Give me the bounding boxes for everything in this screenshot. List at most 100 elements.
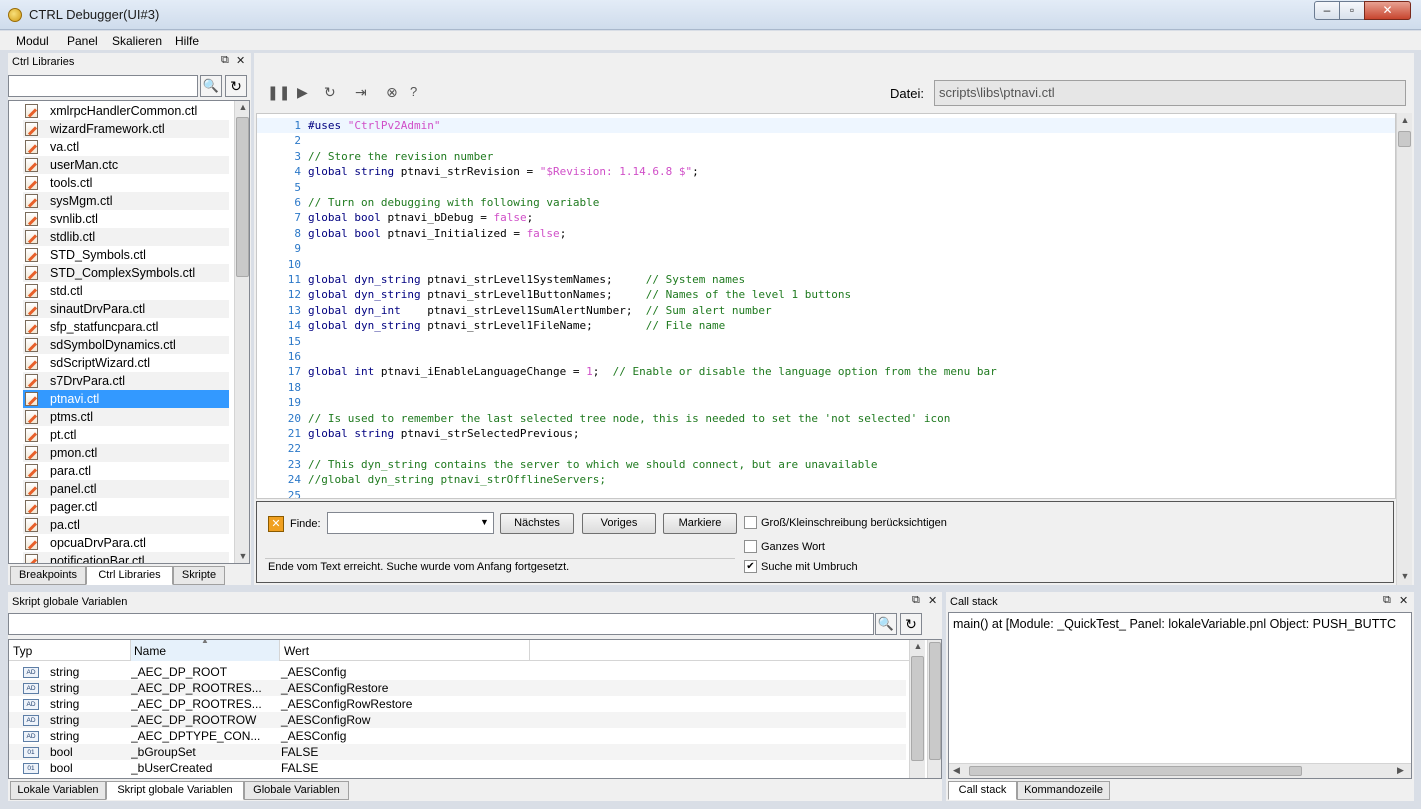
lib-list-item[interactable]: va.ctl (23, 138, 229, 156)
step-over-icon[interactable]: ⇥ (355, 84, 367, 101)
case-checkbox[interactable] (744, 516, 757, 529)
lib-list-item[interactable]: pt.ctl (23, 426, 229, 444)
hscroll-right-icon[interactable]: ▶ (1397, 765, 1404, 776)
callstack-close-icon[interactable]: ✕ (1399, 594, 1408, 607)
scroll-down-icon[interactable]: ▼ (235, 551, 249, 561)
table-row[interactable]: AD string _AEC_DP_ROOTRES... _AESConfigRest… (9, 680, 906, 696)
whole-word-checkbox[interactable] (744, 540, 757, 553)
hscroll-thumb[interactable] (969, 766, 1302, 776)
file-path-field[interactable]: scripts\libs\ptnavi.ctl (934, 80, 1406, 106)
table-row[interactable]: 01 bool _bGroupSet FALSE (9, 744, 906, 760)
step-into-icon[interactable]: ↻ (324, 84, 336, 101)
wrap-checkbox[interactable]: ✔ (744, 560, 757, 573)
pause-icon[interactable]: ❚❚ (267, 84, 290, 101)
stop-icon[interactable]: ⊗ (386, 84, 398, 101)
lib-list-item[interactable]: sdSymbolDynamics.ctl (23, 336, 229, 354)
lib-list-item[interactable]: sfp_statfuncpara.ctl (23, 318, 229, 336)
code-line[interactable]: 5 (257, 180, 1395, 195)
lib-list-item[interactable]: STD_ComplexSymbols.ctl (23, 264, 229, 282)
lib-list-item[interactable]: STD_Symbols.ctl (23, 246, 229, 264)
refresh-icon[interactable]: ↻ (225, 75, 247, 97)
mark-button[interactable]: Markiere (663, 513, 737, 534)
code-line[interactable]: 9 (257, 241, 1395, 256)
col-name-header[interactable]: Name ▲ (130, 640, 280, 661)
code-line[interactable]: 13 global dyn_int ptnavi_strLevel1SumAler… (257, 303, 1395, 318)
minimize-button[interactable]: – (1314, 1, 1340, 20)
code-line[interactable]: 17 global int ptnavi_iEnableLanguageChang… (257, 364, 1395, 379)
globals-search-input[interactable] (8, 613, 874, 635)
lib-list-item[interactable]: sysMgm.ctl (23, 192, 229, 210)
code-line[interactable]: 4 global string ptnavi_strRevision = "$Re… (257, 164, 1395, 179)
close-button[interactable]: ✕ (1364, 1, 1411, 20)
lib-list-item[interactable]: ptms.ctl (23, 408, 229, 426)
play-icon[interactable]: ▶ (297, 84, 308, 101)
tab-breakpoints[interactable]: Breakpoints (10, 566, 86, 585)
code-line[interactable]: 8 global bool ptnavi_Initialized = false; (257, 226, 1395, 241)
lib-list-item[interactable]: para.ctl (23, 462, 229, 480)
close-find-icon[interactable]: ✕ (268, 516, 284, 532)
globals-outer-scrollbar[interactable] (927, 640, 941, 778)
lib-list-item[interactable]: tools.ctl (23, 174, 229, 192)
maximize-button[interactable]: ▫ (1339, 1, 1365, 20)
find-input[interactable]: ▼ (327, 512, 494, 534)
tab-ctrl-libraries[interactable]: Ctrl Libraries (86, 566, 173, 585)
hscroll-left-icon[interactable]: ◀ (953, 765, 960, 776)
code-line[interactable]: 11 global dyn_string ptnavi_strLevel1Syst… (257, 272, 1395, 287)
table-row[interactable]: AD string _AEC_DPTYPE_CON... _AESConfig (9, 728, 906, 744)
lib-list-item[interactable]: userMan.ctc (23, 156, 229, 174)
menu-skalieren[interactable]: Skalieren (112, 34, 162, 48)
table-row[interactable]: AD string _AEC_DP_ROOTROW _AESConfigRow (9, 712, 906, 728)
code-line[interactable]: 18 (257, 380, 1395, 395)
code-line[interactable]: 12 global dyn_string ptnavi_strLevel1Butt… (257, 287, 1395, 302)
lib-list-item[interactable]: pager.ctl (23, 498, 229, 516)
menu-panel[interactable]: Panel (67, 34, 98, 48)
code-line[interactable]: 22 (257, 441, 1395, 456)
prev-button[interactable]: Voriges (582, 513, 656, 534)
tab-globale-variablen[interactable]: Globale Variablen (244, 781, 349, 800)
table-row[interactable]: AD string _AEC_DP_ROOT _AESConfig (9, 664, 906, 680)
col-wert[interactable]: Wert (284, 644, 309, 658)
code-line[interactable]: 2 (257, 133, 1395, 148)
lib-list-item[interactable]: opcuaDrvPara.ctl (23, 534, 229, 552)
search-icon[interactable]: 🔍 (200, 75, 222, 97)
code-line[interactable]: 15 (257, 334, 1395, 349)
undock-icon[interactable]: ⧉ (221, 54, 229, 67)
next-button[interactable]: Nächstes (500, 513, 574, 534)
globals-outer-thumb[interactable] (929, 642, 941, 760)
lib-list-item[interactable]: notificationBar.ctl (23, 552, 229, 563)
lib-list-item[interactable]: wizardFramework.ctl (23, 120, 229, 138)
editor-scroll-thumb[interactable] (1398, 131, 1411, 147)
lib-list-item[interactable]: xmlrpcHandlerCommon.ctl (23, 102, 229, 120)
menu-hilfe[interactable]: Hilfe (175, 34, 199, 48)
tab-skript-globale-variablen[interactable]: Skript globale Variablen (106, 781, 244, 800)
callstack-hscrollbar[interactable]: ◀ ▶ (949, 763, 1411, 778)
code-line[interactable]: 24 //global dyn_string ptnavi_strOfflineS… (257, 472, 1395, 487)
lib-list-item[interactable]: panel.ctl (23, 480, 229, 498)
callstack-entry[interactable]: main() at [Module: _QuickTest_ Panel: lo… (953, 617, 1396, 631)
table-row[interactable]: 01 bool _bUserCreated FALSE (9, 760, 906, 776)
editor-scroll-down-icon[interactable]: ▼ (1397, 571, 1413, 581)
code-line[interactable]: 7 global bool ptnavi_bDebug = false; (257, 210, 1395, 225)
globals-undock-icon[interactable]: ⧉ (912, 594, 920, 607)
scroll-up-icon[interactable]: ▲ (235, 102, 249, 112)
tab-skripte[interactable]: Skripte (173, 566, 225, 585)
help-icon[interactable]: ? (410, 84, 417, 99)
code-line[interactable]: 14 global dyn_string ptnavi_strLevel1File… (257, 318, 1395, 333)
editor-scrollbar[interactable]: ▲ ▼ (1396, 113, 1412, 585)
code-line[interactable]: 1 #uses "CtrlPv2Admin" (257, 118, 1395, 133)
table-row[interactable]: AD string _AEC_DP_ROOTRES... _AESConfigRowR… (9, 696, 906, 712)
code-line[interactable]: 21 global string ptnavi_strSelectedPrevio… (257, 426, 1395, 441)
menu-modul[interactable]: Modul (16, 34, 49, 48)
scroll-thumb[interactable] (236, 117, 249, 277)
lib-list-item[interactable]: stdlib.ctl (23, 228, 229, 246)
tab-call-stack[interactable]: Call stack (948, 781, 1017, 800)
globals-search-icon[interactable]: 🔍 (875, 613, 897, 635)
globals-scrollbar[interactable]: ▲ (909, 640, 925, 778)
tab-lokale-variablen[interactable]: Lokale Variablen (10, 781, 106, 800)
lib-list-item[interactable]: ptnavi.ctl (23, 390, 229, 408)
code-line[interactable]: 10 (257, 257, 1395, 272)
libs-search-input[interactable] (8, 75, 198, 97)
globals-scroll-up-icon[interactable]: ▲ (910, 641, 926, 651)
code-line[interactable]: 6 // Turn on debugging with following var… (257, 195, 1395, 210)
lib-list-item[interactable]: sinautDrvPara.ctl (23, 300, 229, 318)
